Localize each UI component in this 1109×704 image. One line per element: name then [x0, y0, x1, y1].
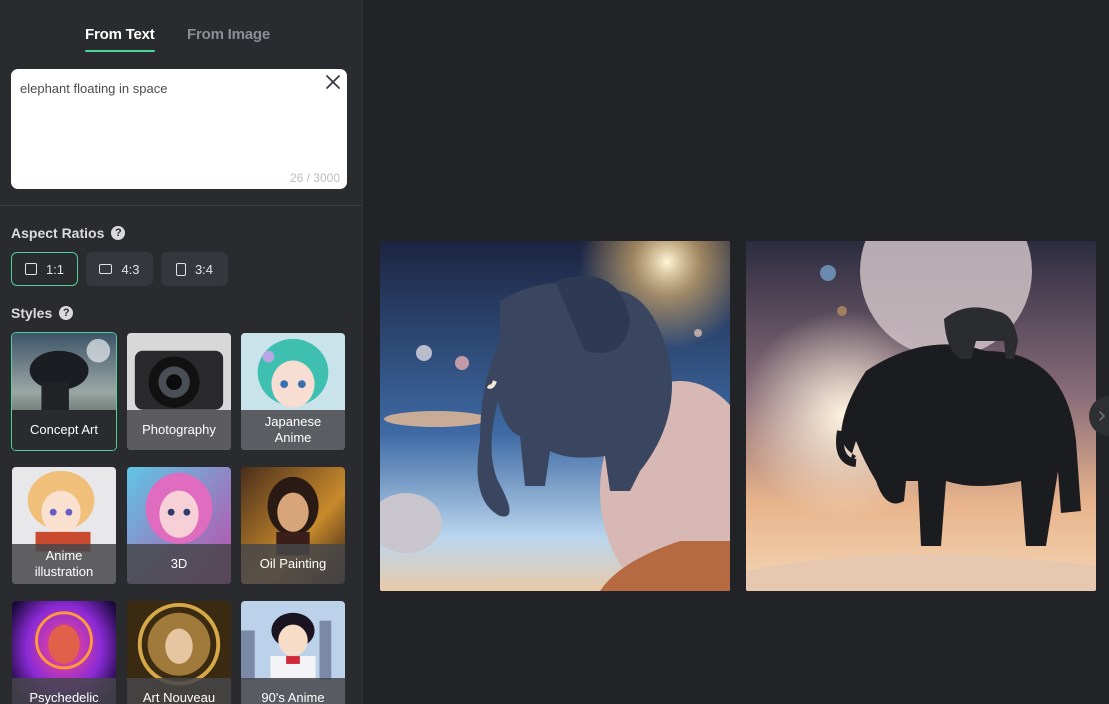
ratio-label: 3:4 — [194, 261, 214, 277]
square-icon — [24, 263, 37, 275]
style-label: Art Nouveau — [127, 678, 231, 704]
result-image-1[interactable] — [380, 241, 730, 591]
style-label: Oil Painting — [241, 544, 345, 584]
style-card-anime-illustration[interactable]: Anime illustration — [11, 466, 117, 585]
result-image-2[interactable] — [746, 241, 1096, 591]
prompt-box: elephant floating in space 26 / 3000 — [11, 69, 347, 189]
question-circle-icon[interactable]: ? — [59, 306, 74, 320]
tab-from-text-label: From Text — [85, 26, 155, 43]
aspect-ratios-heading: Aspect Ratios ? — [11, 225, 126, 241]
style-card-concept-art[interactable]: Concept Art — [11, 332, 117, 451]
mode-tabs: From Text From Image — [0, 26, 362, 56]
portrait-rect-icon — [175, 262, 186, 276]
style-label: Anime illustration — [12, 544, 116, 584]
tab-from-text[interactable]: From Text — [85, 26, 155, 52]
style-card-japanese-anime[interactable]: Japanese Anime — [240, 332, 346, 451]
ratio-label: 1:1 — [45, 261, 65, 277]
section-divider — [0, 205, 362, 206]
results-area — [364, 0, 1109, 704]
ratio-label: 4:3 — [121, 261, 140, 277]
style-label: Japanese Anime — [241, 410, 345, 450]
style-label: Psychedelic — [12, 678, 116, 704]
style-card-3d[interactable]: 3D — [126, 466, 232, 585]
chevron-right-icon — [1099, 411, 1106, 421]
active-tab-indicator — [85, 50, 155, 52]
styles-title: Styles — [11, 305, 53, 321]
style-label: 90's Anime — [241, 678, 345, 704]
clear-prompt-button[interactable] — [325, 74, 341, 90]
app-window: From Text From Image elephant floating i… — [0, 0, 1109, 704]
style-card-photography[interactable]: Photography — [126, 332, 232, 451]
style-card-oil-painting[interactable]: Oil Painting — [240, 466, 346, 585]
aspect-ratios-title: Aspect Ratios — [11, 225, 105, 241]
style-card-psychedelic[interactable]: Psychedelic — [11, 600, 117, 704]
landscape-rect-icon — [99, 264, 113, 274]
close-icon — [326, 75, 340, 89]
style-label: Photography — [127, 410, 231, 450]
prompt-input[interactable]: elephant floating in space — [20, 81, 320, 171]
style-label: Concept Art — [12, 410, 116, 450]
ratio-button-3-4[interactable]: 3:4 — [161, 252, 228, 286]
ratio-button-1-1[interactable]: 1:1 — [11, 252, 78, 286]
character-count: 26 / 3000 — [289, 171, 340, 185]
tab-from-image-label: From Image — [187, 26, 271, 43]
elephant-space-image-1 — [380, 241, 730, 591]
sidebar: From Text From Image elephant floating i… — [0, 0, 363, 704]
ratio-button-4-3[interactable]: 4:3 — [86, 252, 153, 286]
styles-heading: Styles ? — [11, 305, 74, 321]
question-circle-icon[interactable]: ? — [111, 226, 126, 240]
style-label: 3D — [127, 544, 231, 584]
elephant-space-image-2 — [746, 241, 1096, 591]
style-card-90s-anime[interactable]: 90's Anime — [240, 600, 346, 704]
character-counter: 26 / 3000 — [290, 171, 340, 185]
style-card-art-nouveau[interactable]: Art Nouveau — [126, 600, 232, 704]
tab-from-image[interactable]: From Image — [187, 26, 270, 43]
